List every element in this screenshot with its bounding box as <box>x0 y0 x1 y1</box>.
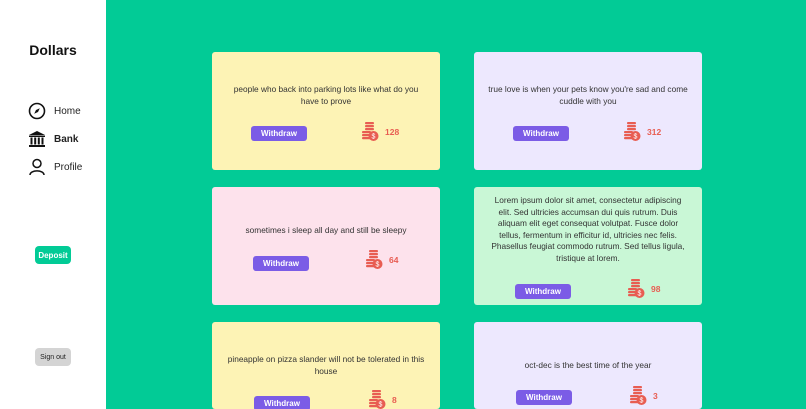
coin-count: 128 <box>385 127 400 137</box>
nav-item-bank[interactable]: Bank <box>28 130 78 148</box>
nav-label-profile: Profile <box>54 161 83 173</box>
coin-count: 312 <box>647 127 662 137</box>
post-text: Lorem ipsum dolor sit amet, consectetur … <box>491 195 685 263</box>
post-text: sometimes i sleep all day and still be s… <box>245 225 407 235</box>
coin-balance: $ 3 <box>628 386 658 406</box>
deposit-button[interactable]: Deposit <box>35 246 71 264</box>
post-card: oct-dec is the best time of the year Wit… <box>474 322 702 409</box>
sign-out-button[interactable]: Sign out <box>35 348 71 366</box>
post-text: true love is when your pets know you're … <box>488 84 688 106</box>
post-card: people who back into parking lots like w… <box>212 52 440 170</box>
svg-text:$: $ <box>638 291 642 298</box>
coin-balance: $ 8 <box>367 390 397 409</box>
svg-text:$: $ <box>376 262 380 269</box>
svg-text:$: $ <box>640 398 644 405</box>
coins-icon: $ <box>626 279 646 299</box>
post-card: true love is when your pets know you're … <box>474 52 702 170</box>
withdraw-button[interactable]: Withdraw <box>253 256 309 271</box>
coin-balance: $ 312 <box>622 122 661 142</box>
bank-icon <box>28 130 46 148</box>
withdraw-button[interactable]: Withdraw <box>515 284 571 299</box>
coins-icon: $ <box>364 250 384 270</box>
coin-balance: $ 98 <box>626 279 660 299</box>
coins-icon: $ <box>622 122 642 142</box>
coin-count: 8 <box>392 395 397 405</box>
withdraw-button[interactable]: Withdraw <box>254 396 310 409</box>
withdraw-button[interactable]: Withdraw <box>251 126 307 141</box>
app-title: Dollars <box>29 42 77 58</box>
nav-item-home[interactable]: Home <box>28 102 81 120</box>
post-card: sometimes i sleep all day and still be s… <box>212 187 440 305</box>
sidebar: Dollars Home Bank Profile Deposit Sign o… <box>0 0 106 409</box>
svg-text:$: $ <box>379 402 383 409</box>
user-icon <box>28 158 46 176</box>
compass-icon <box>28 102 46 120</box>
nav-item-profile[interactable]: Profile <box>28 158 82 176</box>
coin-count: 98 <box>651 284 661 294</box>
post-text: oct-dec is the best time of the year <box>524 360 652 370</box>
nav-label-home: Home <box>54 105 81 117</box>
coins-icon: $ <box>367 390 387 409</box>
svg-text:$: $ <box>372 134 376 141</box>
coin-count: 3 <box>653 391 658 401</box>
post-text: pineapple on pizza slander will not be t… <box>227 354 425 376</box>
post-card: pineapple on pizza slander will not be t… <box>212 322 440 409</box>
post-card: Lorem ipsum dolor sit amet, consectetur … <box>474 187 702 305</box>
coins-icon: $ <box>360 122 380 142</box>
withdraw-button[interactable]: Withdraw <box>516 390 572 405</box>
coins-icon: $ <box>628 386 648 406</box>
post-text: people who back into parking lots like w… <box>233 84 419 106</box>
svg-text:$: $ <box>634 134 638 141</box>
withdraw-button[interactable]: Withdraw <box>513 126 569 141</box>
coin-count: 64 <box>389 255 399 265</box>
coin-balance: $ 64 <box>364 250 398 270</box>
coin-balance: $ 128 <box>360 122 399 142</box>
nav-label-bank: Bank <box>54 133 79 145</box>
